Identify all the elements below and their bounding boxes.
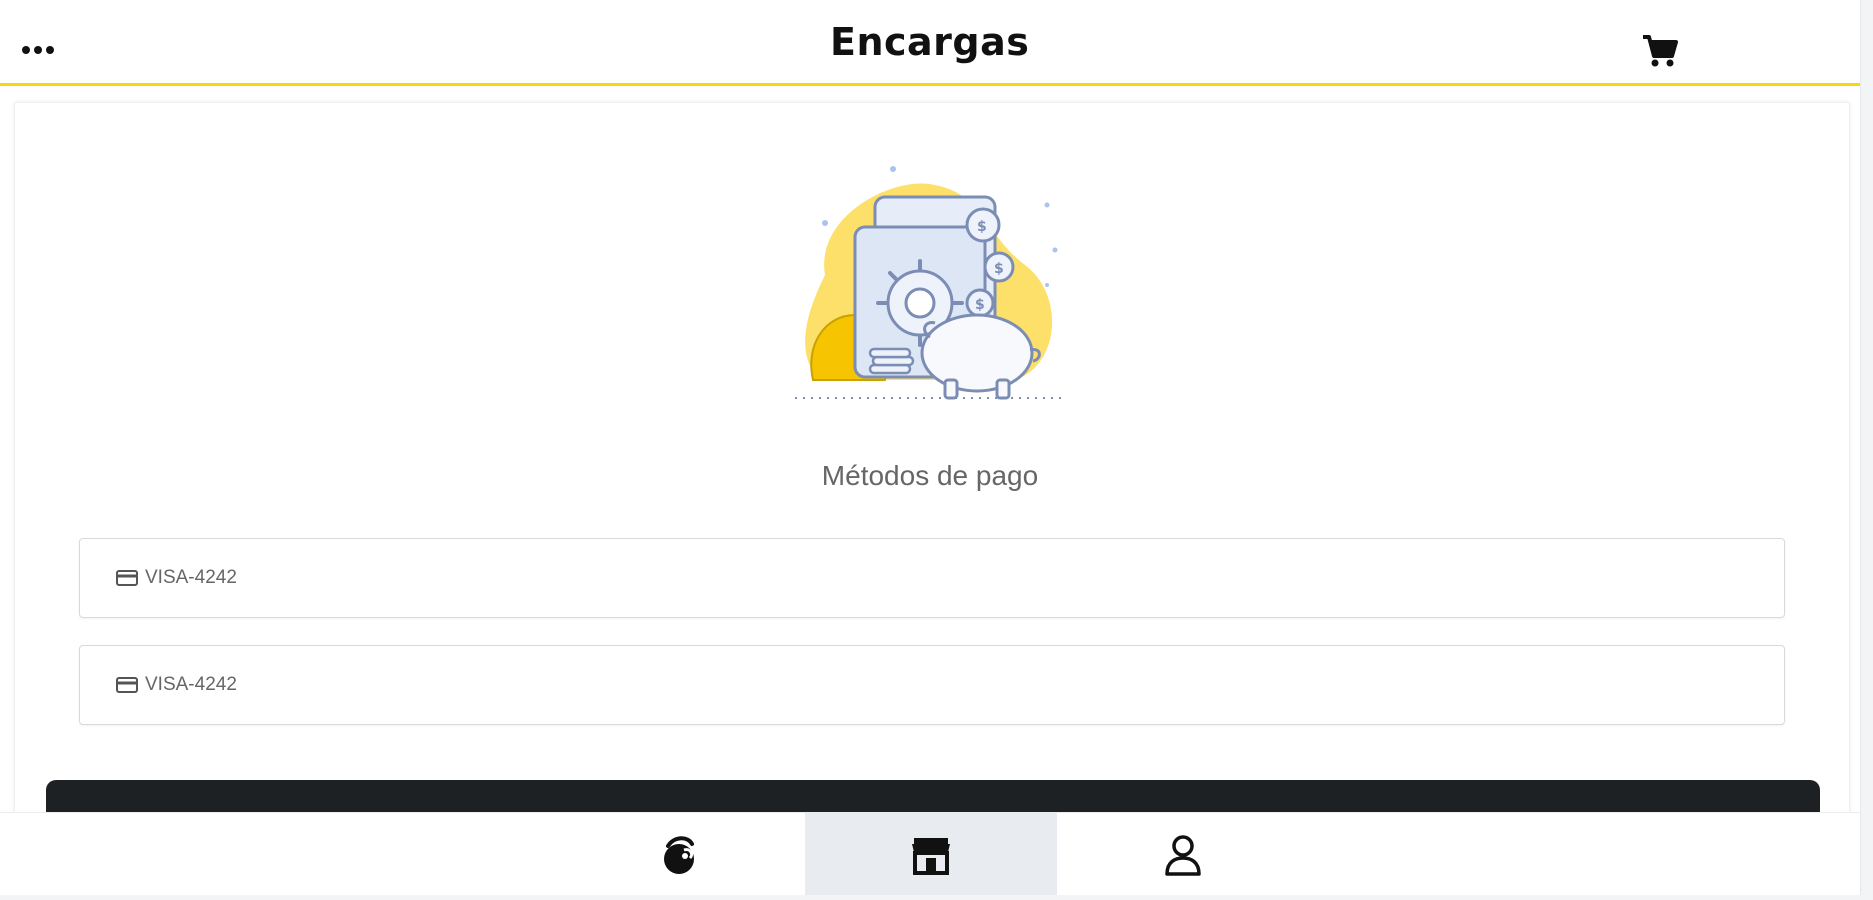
top-header: Encargas bbox=[0, 0, 1860, 86]
safe-piggy-bank-illustration: $ $ $ bbox=[795, 166, 1065, 400]
encargas-logo-icon bbox=[664, 835, 694, 874]
svg-text:$: $ bbox=[975, 297, 985, 313]
store-icon bbox=[912, 837, 950, 875]
credit-card-icon bbox=[116, 677, 138, 693]
more-menu-button[interactable] bbox=[22, 38, 62, 62]
cart-button[interactable] bbox=[1640, 30, 1680, 70]
nav-item-profile[interactable] bbox=[1057, 813, 1309, 895]
payment-method-card[interactable]: VISA-4242 bbox=[79, 645, 1785, 725]
payment-methods-title: Métodos de pago bbox=[821, 460, 1039, 491]
svg-text:$: $ bbox=[994, 261, 1004, 277]
user-icon bbox=[1165, 834, 1201, 876]
nav-item-store[interactable] bbox=[805, 813, 1057, 895]
app-window: Encargas $ $ $ Métodos de pago VISA-4242… bbox=[0, 0, 1861, 895]
svg-text:$: $ bbox=[977, 219, 987, 235]
app-logo[interactable]: Encargas bbox=[830, 18, 1029, 66]
more-horizontal-icon bbox=[22, 46, 54, 54]
payment-method-card[interactable]: VISA-4242 bbox=[79, 538, 1785, 618]
nav-item-home[interactable] bbox=[553, 813, 805, 895]
payment-method-label: VISA-4242 bbox=[145, 674, 237, 695]
payment-method-label: VISA-4242 bbox=[145, 567, 237, 588]
credit-card-icon bbox=[116, 570, 138, 586]
shopping-cart-icon bbox=[1643, 35, 1678, 67]
bottom-navigation bbox=[0, 812, 1860, 895]
